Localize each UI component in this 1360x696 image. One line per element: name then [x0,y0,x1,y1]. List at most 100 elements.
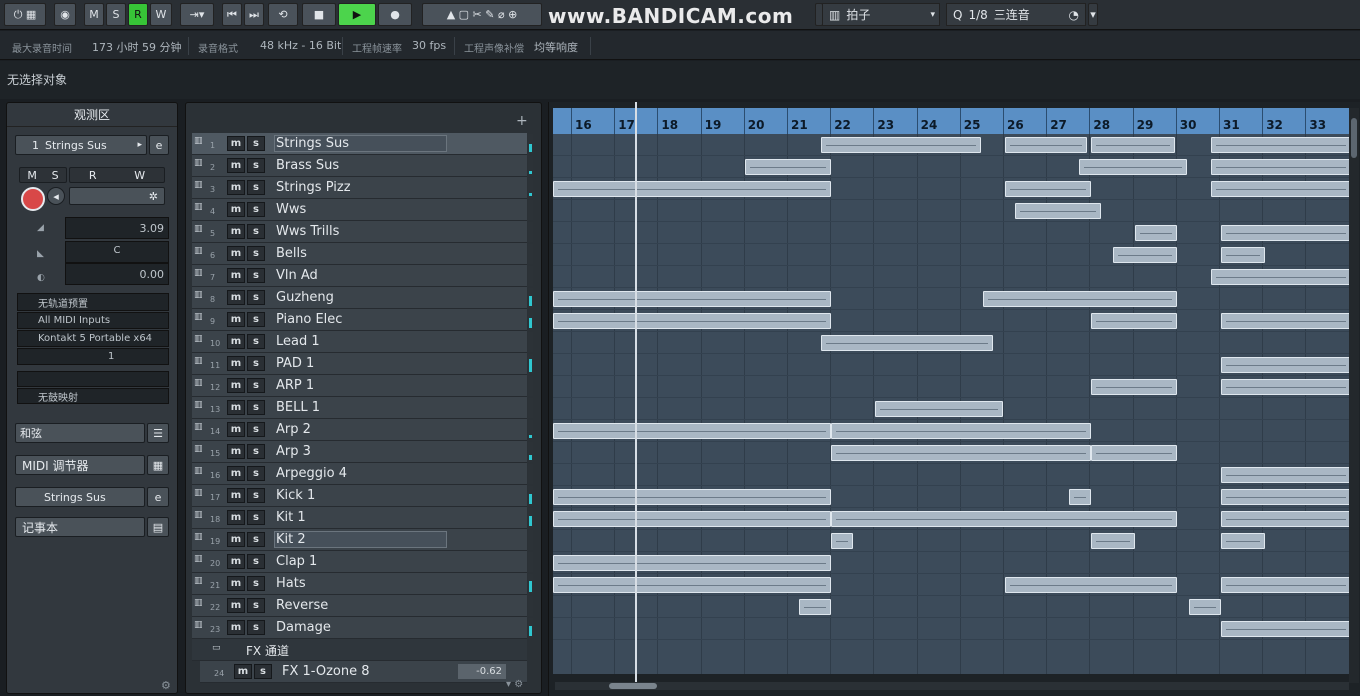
mute-button[interactable]: m [227,246,245,261]
solo-button[interactable]: s [247,224,265,239]
delay-field[interactable]: 0.00 [65,263,169,285]
solo-button[interactable]: s [247,290,265,305]
mute-button[interactable]: m [227,510,245,525]
midi-part[interactable] [831,533,853,549]
track-row[interactable]: ▥ 22 m s Reverse [192,595,533,617]
mute-button[interactable]: m [227,312,245,327]
track-row[interactable]: ▥ 21 m s Hats [192,573,533,595]
track-row[interactable]: ▥ 12 m s ARP 1 [192,375,533,397]
quantize-select[interactable]: Q 1/8 三连音 ◔ [946,3,1086,26]
go-to-start-icon[interactable]: ⏮ [222,3,242,26]
midi-part[interactable] [1211,181,1349,197]
toolbar-r-button[interactable]: R [128,3,148,26]
horizontal-scrollbar[interactable] [555,682,1349,690]
midi-part[interactable] [1189,599,1221,615]
track-row[interactable]: ▥ 1 m s Strings Sus [192,133,533,155]
frame-rate-value[interactable]: 30 fps [412,39,446,52]
midi-part[interactable] [1005,137,1087,153]
solo-button[interactable]: s [247,400,265,415]
mute-button[interactable]: m [227,488,245,503]
fx-volume-value[interactable]: -0.62 [458,664,506,679]
inspector-write-button[interactable]: W [134,169,145,182]
solo-button[interactable]: s [247,246,265,261]
track-lane[interactable] [553,200,1349,222]
inspector-mute-button[interactable]: M [27,169,37,182]
midi-part[interactable] [1211,269,1349,285]
solo-button[interactable]: s [247,136,265,151]
midi-part[interactable] [831,445,1091,461]
track-row[interactable]: ▥ 23 m s Damage [192,617,533,639]
pan-knob[interactable]: C [65,241,169,263]
grid-type-select[interactable]: ▥ 拍子 ▾ [822,3,940,26]
midi-modifiers-icon[interactable]: ▦ [147,455,169,475]
autoscroll-icon[interactable]: ⇥▾ [180,3,214,26]
toolbar-more-icon[interactable]: ▾ [1088,3,1098,26]
layout-buttons[interactable]: ⏻ ▦ [4,3,46,26]
solo-button[interactable]: s [247,334,265,349]
volume-fader[interactable]: 3.09 [65,217,169,239]
mute-button[interactable]: m [227,224,245,239]
instrument-edit-icon[interactable]: e [147,487,169,507]
midi-part[interactable] [1221,467,1349,483]
midi-part[interactable] [1221,247,1265,263]
midi-part[interactable] [553,291,831,307]
midi-part[interactable] [553,181,831,197]
vertical-scrollbar[interactable] [1349,108,1359,683]
mute-button[interactable]: m [227,620,245,635]
pan-law-value[interactable]: 均等响度 [534,39,578,55]
mute-button[interactable]: m [227,400,245,415]
notepad-section-header[interactable]: 记事本 [15,517,145,537]
drum-map-select[interactable]: 无鼓映射 [17,388,169,404]
mute-button[interactable]: m [227,136,245,151]
midi-part[interactable] [1079,159,1187,175]
inspector-settings-icon[interactable]: ⚙ [161,679,171,692]
midi-part[interactable] [1221,313,1349,329]
midi-part[interactable] [1221,489,1349,505]
solo-button[interactable]: s [247,598,265,613]
mute-button[interactable]: m [227,268,245,283]
midi-part[interactable] [1221,533,1265,549]
instrument-section-header[interactable]: Strings Sus [15,487,145,507]
mute-button[interactable]: m [227,378,245,393]
mute-button[interactable]: m [227,444,245,459]
solo-button[interactable]: s [247,444,265,459]
mute-button[interactable]: m [227,202,245,217]
midi-part[interactable] [1005,181,1091,197]
track-preset-field[interactable]: 无轨道预置 [17,293,169,311]
midi-input-select[interactable]: All MIDI Inputs [17,312,169,329]
track-row[interactable]: ▥ 15 m s Arp 3 [192,441,533,463]
track-row[interactable]: ▥ 11 m s PAD 1 [192,353,533,375]
midi-output-select[interactable]: Kontakt 5 Portable x64 [17,330,169,347]
fx-solo-button[interactable]: s [254,664,272,679]
solo-button[interactable]: s [247,378,265,393]
midi-modifiers-section-header[interactable]: MIDI 调节器 [15,455,145,475]
mute-button[interactable]: m [227,532,245,547]
midi-part[interactable] [1221,511,1349,527]
toolbar-w-button[interactable]: W [150,3,172,26]
track-row[interactable]: ▥ 7 m s Vln Ad [192,265,533,287]
chords-section-icon[interactable]: ☰ [147,423,169,443]
midi-part[interactable] [1091,533,1135,549]
tracklist-settings-icon[interactable]: ▾ ⚙ [506,679,523,690]
timeline-ruler[interactable]: 16 17 18 19 20 21 22 23 24 25 26 27 28 29 30 31 32 33 [553,108,1349,134]
add-track-icon[interactable]: + [516,113,528,129]
monitor-icon[interactable]: ◂ [47,187,65,205]
midi-part[interactable] [1221,357,1349,373]
chords-section-header[interactable]: 和弦 [15,423,145,443]
midi-part[interactable] [799,599,831,615]
mute-button[interactable]: m [227,158,245,173]
midi-part[interactable] [875,401,1003,417]
solo-button[interactable]: s [247,422,265,437]
track-row[interactable]: ▥ 13 m s BELL 1 [192,397,533,419]
solo-button[interactable]: s [247,532,265,547]
midi-part[interactable] [1211,137,1349,153]
midi-channel-select[interactable]: 1 [17,348,169,365]
track-row[interactable]: ▥ 20 m s Clap 1 [192,551,533,573]
edit-tools[interactable]: ▲ ▢ ✂ ✎ ⌀ ⊕ [422,3,542,26]
solo-button[interactable]: s [247,620,265,635]
midi-part[interactable] [553,313,831,329]
midi-part[interactable] [1113,247,1177,263]
solo-button[interactable]: s [247,576,265,591]
horizontal-scroll-thumb[interactable] [609,683,657,689]
solo-button[interactable]: s [247,488,265,503]
